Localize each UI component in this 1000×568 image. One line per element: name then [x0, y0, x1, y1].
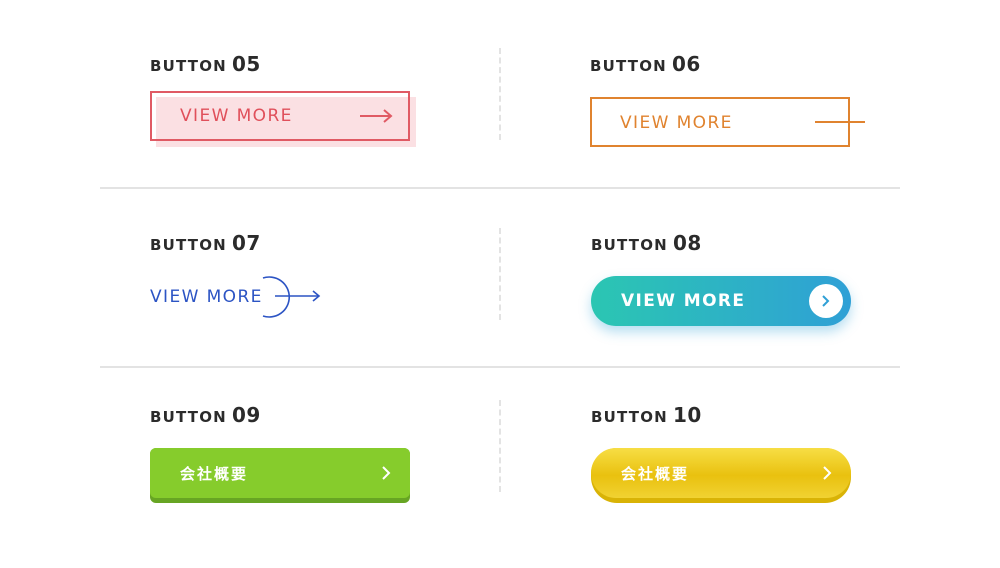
circle-arrow-icon — [262, 276, 321, 318]
company-overview-button-09[interactable]: 会社概要 — [150, 448, 410, 503]
line-icon — [815, 121, 865, 123]
button-label: VIEW MORE — [150, 287, 263, 307]
title-word: BUTTON — [591, 236, 668, 254]
view-more-button-06[interactable]: VIEW MORE — [590, 97, 850, 147]
title-word: BUTTON — [150, 236, 227, 254]
chevron-right-icon — [823, 466, 832, 480]
title-word: BUTTON — [150, 408, 227, 426]
title-number: 09 — [231, 403, 261, 427]
row-divider-1 — [100, 187, 900, 189]
button-07-title: BUTTON 07 — [150, 231, 261, 255]
column-divider-1 — [499, 48, 501, 140]
button-label: VIEW MORE — [620, 113, 733, 133]
button-06-title: BUTTON 06 — [590, 52, 701, 76]
view-more-button-07[interactable]: VIEW MORE — [150, 274, 330, 320]
title-number: 07 — [231, 231, 261, 255]
company-overview-button-10[interactable]: 会社概要 — [591, 448, 851, 503]
arrow-right-icon — [360, 109, 393, 123]
row-divider-2 — [100, 366, 900, 368]
button-05-title: BUTTON 05 — [150, 52, 261, 76]
title-number: 08 — [672, 231, 702, 255]
chevron-right-icon — [809, 284, 843, 318]
button-10-title: BUTTON 10 — [591, 403, 702, 427]
view-more-button-08[interactable]: VIEW MORE — [591, 276, 851, 326]
view-more-button-05[interactable]: VIEW MORE — [150, 91, 410, 141]
button-label: VIEW MORE — [621, 291, 746, 311]
title-word: BUTTON — [591, 408, 668, 426]
title-number: 05 — [231, 52, 261, 76]
button-label: 会社概要 — [180, 465, 249, 483]
title-number: 06 — [671, 52, 701, 76]
button-label: VIEW MORE — [180, 106, 293, 126]
title-word: BUTTON — [150, 57, 227, 75]
column-divider-3 — [499, 400, 501, 492]
button-08-title: BUTTON 08 — [591, 231, 702, 255]
title-number: 10 — [672, 403, 702, 427]
button-label: 会社概要 — [621, 465, 690, 483]
title-word: BUTTON — [590, 57, 667, 75]
column-divider-2 — [499, 228, 501, 320]
button-09-title: BUTTON 09 — [150, 403, 261, 427]
chevron-right-icon — [382, 466, 391, 480]
